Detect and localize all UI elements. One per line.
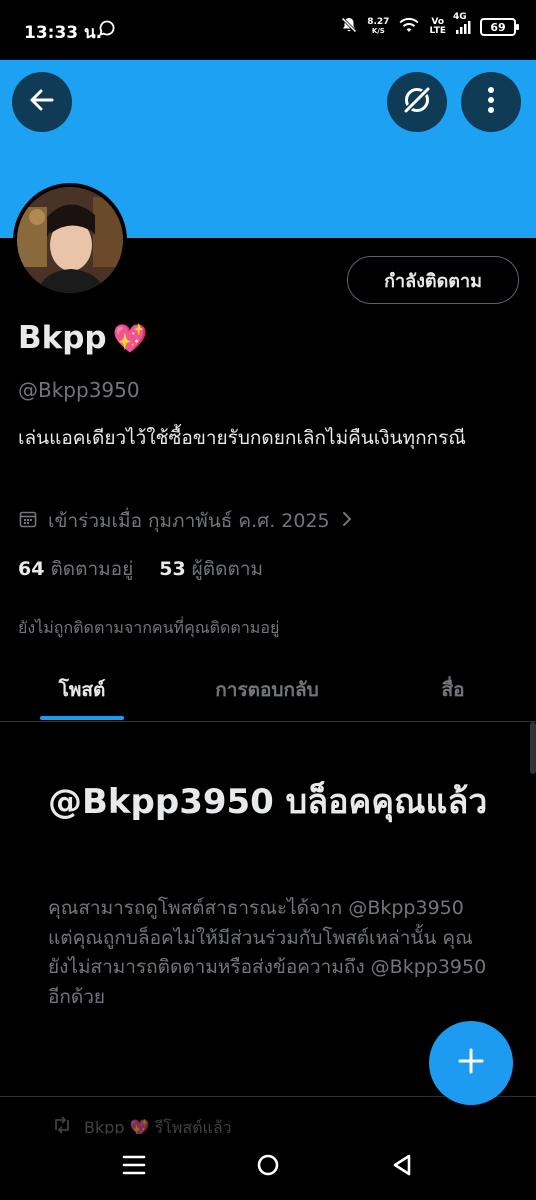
system-navigation-bar <box>0 1134 536 1200</box>
chat-bubble-icon <box>98 19 116 37</box>
tab-media[interactable]: สื่อ <box>413 660 493 720</box>
status-time: 13:33 น. <box>24 23 103 43</box>
chevron-right-icon <box>340 510 354 533</box>
following-button[interactable]: กำลังติดตาม <box>347 256 519 304</box>
home-circle-icon <box>256 1153 280 1181</box>
not-followed-notice: ยังไม่ถูกติดตามจากคนที่คุณติดตามอยู่ <box>18 618 280 637</box>
battery-indicator: 69 <box>480 18 519 36</box>
followers-stat[interactable]: 53 ผู้ติดตาม <box>159 554 263 584</box>
mute-notification-icon <box>340 16 358 38</box>
follow-stats: 64 ติดตามอยู่ 53 ผู้ติดตาม <box>18 554 263 584</box>
avatar[interactable] <box>13 183 127 297</box>
joined-date[interactable]: เข้าร่วมเมื่อ กุมภาพันธ์ ค.ศ. 2025 <box>18 506 354 536</box>
back-triangle-icon <box>391 1153 413 1181</box>
tab-replies[interactable]: การตอบกลับ <box>192 660 342 720</box>
menu-lines-icon <box>122 1154 146 1180</box>
repost-peek-row: Bkpp 💖 รีโพสต์แล้ว <box>52 1116 232 1134</box>
plus-icon <box>457 1047 485 1079</box>
active-tab-indicator <box>40 716 124 720</box>
status-icons: 8.27 K/S Vo LTE 4G 69 <box>340 12 519 38</box>
cellular-signal-icon: 4G <box>453 12 471 35</box>
repost-icon <box>52 1116 72 1134</box>
scrollbar[interactable] <box>530 722 536 774</box>
more-options-button[interactable] <box>461 72 521 132</box>
profile-handle: @Bkpp3950 <box>18 378 140 402</box>
blocked-description: คุณสามารถดูโพสต์สาธารณะได้จาก @Bkpp3950 … <box>48 897 487 1008</box>
sparkling-heart-emoji: 💖 <box>112 321 148 355</box>
profile-bio: เล่นแอคเดียวไว้ใช้ซื้อขายรับกดยกเลิกไม่ค… <box>18 427 466 449</box>
volte-indicator: Vo LTE <box>429 17 446 36</box>
grok-icon <box>401 84 433 120</box>
grok-button[interactable] <box>387 72 447 132</box>
home-button[interactable] <box>250 1149 286 1185</box>
network-speed: 8.27 K/S <box>367 17 390 36</box>
back-button[interactable] <box>12 72 72 132</box>
blocked-title: @Bkpp3950 บล็อคคุณแล้ว <box>48 782 488 822</box>
compose-fab[interactable] <box>429 1021 513 1105</box>
following-stat[interactable]: 64 ติดตามอยู่ <box>18 554 133 584</box>
recent-apps-button[interactable] <box>116 1149 152 1185</box>
calendar-icon <box>18 509 38 534</box>
wifi-icon <box>398 16 420 38</box>
more-vertical-icon <box>487 86 495 118</box>
status-bar: 13:33 น. 8.27 K/S Vo LTE 4G 69 <box>0 0 536 60</box>
arrow-left-icon <box>28 86 56 118</box>
profile-display-name: Bkpp 💖 <box>18 320 148 356</box>
profile-tabs: โพสต์ การตอบกลับ สื่อ <box>0 660 536 722</box>
system-back-button[interactable] <box>384 1149 420 1185</box>
tab-posts[interactable]: โพสต์ <box>32 660 132 720</box>
